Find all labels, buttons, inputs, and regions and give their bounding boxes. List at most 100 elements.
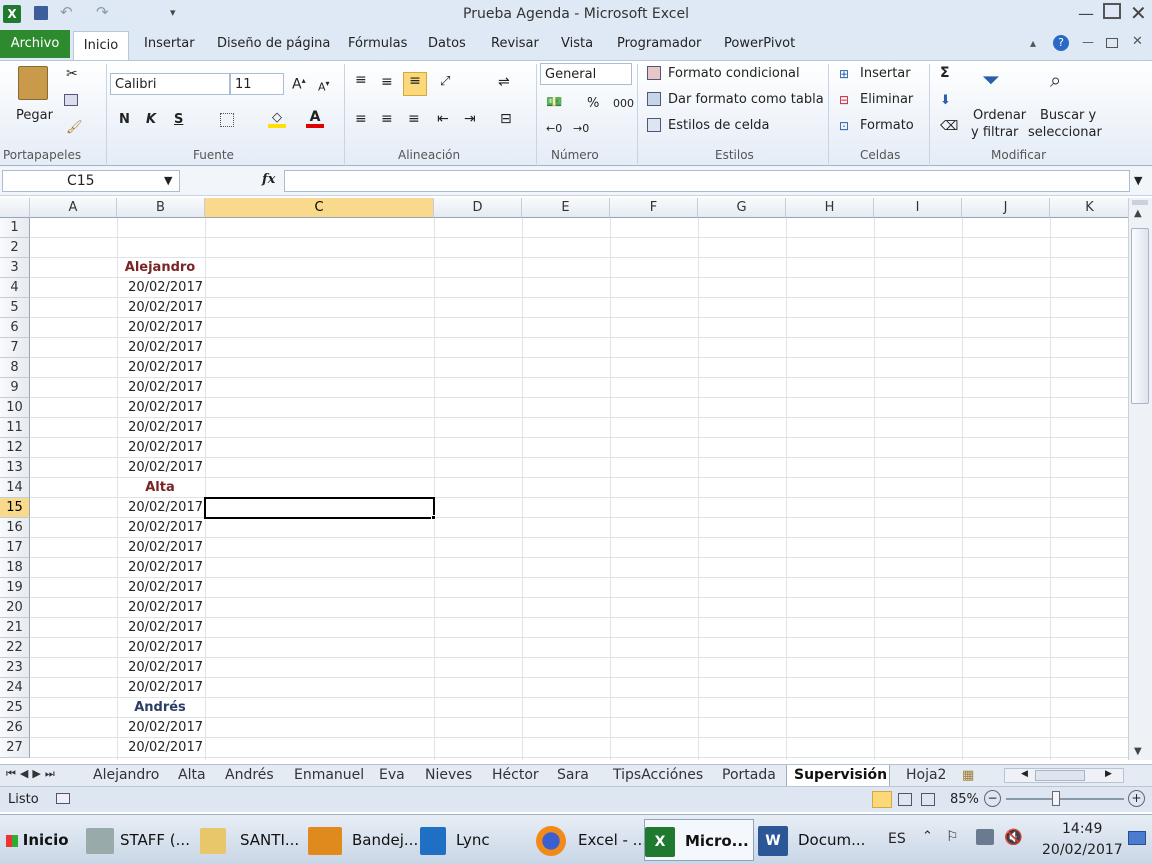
sheet-tab-sara[interactable]: Sara — [557, 767, 589, 783]
fx-button[interactable]: fx — [262, 172, 275, 187]
row-header[interactable]: 3 — [0, 258, 30, 278]
expand-formula-icon[interactable]: ▼ — [1134, 174, 1142, 187]
borders-icon[interactable] — [220, 113, 234, 127]
tab-vista[interactable]: Vista — [561, 36, 593, 51]
paste-icon[interactable] — [18, 66, 48, 100]
row-header[interactable]: 8 — [0, 358, 30, 378]
increase-decimal-icon[interactable]: ←0 — [546, 122, 562, 135]
align-right-icon[interactable]: ≡ — [408, 111, 420, 127]
minimize-icon[interactable]: — — [1078, 4, 1094, 23]
cell-b[interactable]: 20/02/2017 — [117, 338, 205, 358]
language-indicator[interactable]: ES — [888, 831, 906, 847]
tab-diseno[interactable]: Diseño de página — [217, 36, 330, 51]
doc-minimize-icon[interactable]: — — [1082, 35, 1094, 49]
row-header[interactable]: 23 — [0, 658, 30, 678]
decrease-indent-icon[interactable]: ⇤ — [437, 111, 449, 127]
delete-cells-icon[interactable]: ⊟ — [839, 93, 849, 107]
sheet-tab-hoja2[interactable]: Hoja2 — [906, 767, 946, 783]
format-painter-icon[interactable]: 🖌 — [66, 120, 83, 135]
font-size-combo[interactable]: 11 — [230, 73, 284, 95]
cell-b[interactable]: 20/02/2017 — [117, 738, 205, 758]
select-all-corner[interactable] — [0, 198, 30, 218]
cell-b[interactable]: 20/02/2017 — [117, 458, 205, 478]
align-middle-icon[interactable]: ≡ — [381, 74, 393, 90]
name-box-dropdown-icon[interactable]: ▼ — [164, 174, 172, 187]
cell-b[interactable]: 20/02/2017 — [117, 398, 205, 418]
find-select-label-1[interactable]: Buscar y — [1040, 108, 1096, 123]
number-format-combo[interactable]: General — [540, 63, 632, 85]
row-header[interactable]: 22 — [0, 638, 30, 658]
row-header[interactable]: 7 — [0, 338, 30, 358]
fill-handle[interactable] — [431, 515, 436, 520]
clear-icon[interactable]: ⌫ — [940, 119, 958, 134]
zoom-slider-thumb[interactable] — [1052, 791, 1060, 806]
format-cells-button[interactable]: Formato — [860, 118, 914, 133]
cell-b[interactable] — [117, 218, 205, 238]
taskbar-item-excel[interactable]: X Micro... — [644, 819, 754, 861]
scroll-thumb[interactable] — [1131, 228, 1149, 404]
taskbar-item-staff[interactable]: STAFF (... — [86, 819, 198, 861]
taskbar-item-word[interactable]: W Docum... — [758, 819, 868, 861]
align-center-icon[interactable]: ≡ — [381, 111, 393, 127]
table-format-button[interactable]: Dar formato como tabla — [668, 92, 824, 107]
name-box[interactable]: C15 — [2, 170, 180, 192]
tab-inicio[interactable]: Inicio — [73, 31, 129, 61]
copy-icon[interactable] — [64, 94, 78, 106]
fill-icon[interactable]: ⬇ — [940, 93, 951, 108]
row-header[interactable]: 9 — [0, 378, 30, 398]
orientation-icon[interactable]: ⤢ — [440, 74, 450, 89]
tab-formulas[interactable]: Fórmulas — [348, 36, 407, 51]
taskbar-item-firefox[interactable]: Excel - ... — [536, 819, 647, 861]
restore-icon[interactable] — [1103, 3, 1121, 19]
taskbar-item-outlook[interactable]: Bandej... — [308, 819, 418, 861]
align-bottom-icon[interactable]: ≡ — [403, 72, 427, 96]
underline-button[interactable]: S — [174, 112, 183, 127]
sheet-tab-alejandro[interactable]: Alejandro — [93, 767, 159, 783]
taskbar-item-santi[interactable]: SANTI... — [200, 819, 304, 861]
row-header[interactable]: 26 — [0, 718, 30, 738]
row-header[interactable]: 21 — [0, 618, 30, 638]
currency-icon[interactable]: 💵 — [546, 95, 562, 110]
sheet-tab-andres[interactable]: Andrés — [225, 767, 274, 783]
merge-center-icon[interactable]: ⊟ — [500, 111, 512, 127]
sheet-tab-eva[interactable]: Eva — [379, 767, 405, 783]
row-header[interactable]: 5 — [0, 298, 30, 318]
column-header-e[interactable]: E — [522, 198, 610, 218]
grow-font-icon[interactable]: A▴ — [292, 76, 306, 93]
cell-b[interactable] — [117, 238, 205, 258]
cell-b[interactable]: 20/02/2017 — [117, 578, 205, 598]
row-header[interactable]: 15 — [0, 498, 30, 518]
tab-revisar[interactable]: Revisar — [491, 36, 539, 51]
cell-b[interactable]: 20/02/2017 — [117, 378, 205, 398]
row-header[interactable]: 13 — [0, 458, 30, 478]
vertical-scrollbar[interactable]: ▲ ▼ — [1128, 198, 1152, 760]
sheet-tab-nieves[interactable]: Nieves — [425, 767, 472, 783]
row-header[interactable]: 24 — [0, 678, 30, 698]
shrink-font-icon[interactable]: A▾ — [318, 79, 330, 94]
delete-cells-button[interactable]: Eliminar — [860, 92, 913, 107]
column-header-j[interactable]: J — [962, 198, 1050, 218]
insert-sheet-icon[interactable]: ▦ — [962, 768, 974, 783]
increase-indent-icon[interactable]: ⇥ — [464, 111, 476, 127]
zoom-level[interactable]: 85% — [950, 792, 979, 807]
conditional-format-button[interactable]: Formato condicional — [668, 66, 800, 81]
hscroll-right-icon[interactable]: ▶ — [1105, 769, 1112, 779]
insert-cells-button[interactable]: Insertar — [860, 66, 911, 81]
show-desktop-icon[interactable] — [1128, 831, 1146, 845]
font-name-combo[interactable]: Calibri — [110, 73, 230, 95]
page-break-icon[interactable] — [921, 793, 935, 806]
autosum-button[interactable]: Σ — [940, 65, 950, 81]
cell-b[interactable]: 20/02/2017 — [117, 638, 205, 658]
row-header[interactable]: 20 — [0, 598, 30, 618]
row-header[interactable]: 14 — [0, 478, 30, 498]
help-icon[interactable]: ? — [1053, 35, 1069, 51]
sheet-tab-alta[interactable]: Alta — [178, 767, 206, 783]
cell-b[interactable]: Alejandro — [117, 258, 205, 278]
cell-b[interactable]: Alta — [117, 478, 205, 498]
row-header[interactable]: 18 — [0, 558, 30, 578]
format-cells-icon[interactable]: ⊡ — [839, 119, 849, 133]
find-select-icon[interactable]: ⌕ — [1050, 68, 1061, 92]
sheet-nav-icons[interactable]: ⏮◀▶⏭ — [6, 767, 59, 781]
font-color-icon[interactable]: A — [306, 109, 324, 128]
clock-time[interactable]: 14:49 — [1062, 821, 1102, 837]
